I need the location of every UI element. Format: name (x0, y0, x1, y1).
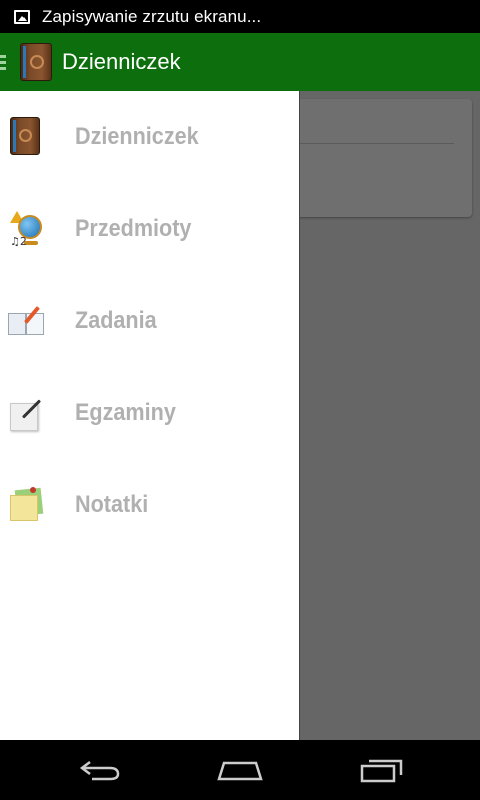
diary-book-icon (10, 117, 40, 155)
drawer-item-egzaminy[interactable]: Egzaminy (0, 367, 300, 459)
navigation-drawer: Dzienniczek ♫2 Przedmioty Zadania Egzami… (0, 91, 300, 740)
drawer-item-label: Zadania (75, 307, 157, 334)
drawer-item-label: Dzienniczek (75, 123, 199, 150)
drawer-item-label: Notatki (75, 491, 149, 518)
sticky-notes-icon (8, 485, 44, 525)
back-button[interactable] (50, 740, 150, 800)
subjects-globe-icon: ♫2 (8, 209, 44, 249)
recent-apps-button[interactable] (332, 740, 432, 800)
action-bar: Dzienniczek (0, 33, 480, 91)
app-home-button[interactable] (20, 43, 52, 81)
home-button[interactable] (190, 740, 290, 800)
exam-paper-icon (8, 393, 44, 433)
drawer-toggle-icon[interactable] (0, 33, 8, 91)
image-icon (14, 9, 30, 24)
drawer-item-zadania[interactable]: Zadania (0, 275, 300, 367)
content-card[interactable] (290, 99, 472, 217)
recent-apps-icon (360, 759, 403, 783)
status-bar: Zapisywanie zrzutu ekranu... (0, 0, 480, 33)
drawer-item-label: Przedmioty (75, 215, 192, 242)
drawer-item-notatki[interactable]: Notatki (0, 459, 300, 551)
homework-notebook-icon (8, 301, 44, 341)
drawer-item-przedmioty[interactable]: ♫2 Przedmioty (0, 183, 300, 275)
drawer-item-label: Egzaminy (75, 399, 176, 426)
card-divider (290, 143, 454, 144)
diary-book-icon (30, 55, 44, 69)
page-title: Dzienniczek (62, 49, 181, 74)
home-icon (217, 761, 263, 781)
back-icon (79, 761, 120, 781)
system-navigation-bar (0, 740, 480, 800)
notification-text: Zapisywanie zrzutu ekranu... (42, 6, 262, 26)
drawer-item-dzienniczek[interactable]: Dzienniczek (0, 91, 300, 183)
